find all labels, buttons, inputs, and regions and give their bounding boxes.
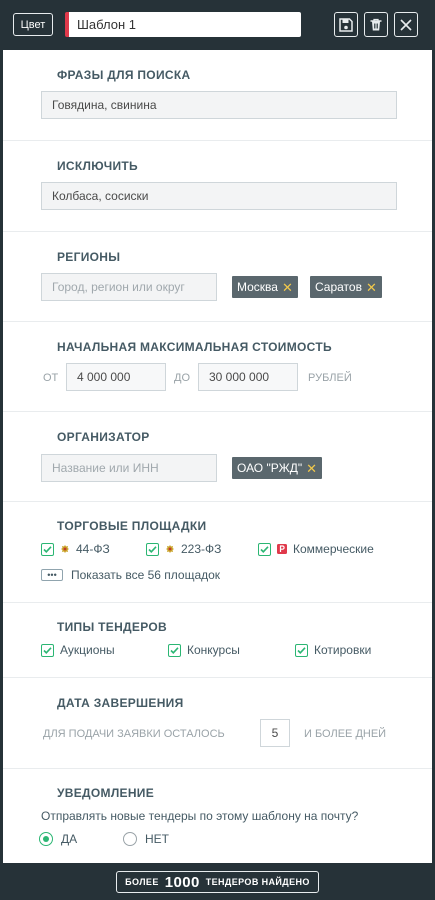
show-all-platforms-link[interactable]: ••• Показать все 56 площадок bbox=[41, 568, 220, 582]
organizer-tag-label: ОАО "РЖД" bbox=[237, 461, 303, 475]
exclude-title: Исключить bbox=[57, 159, 138, 173]
notify-no-radio[interactable]: Нет bbox=[123, 832, 169, 846]
platform-checkbox-44fz[interactable]: 44-ФЗ bbox=[41, 542, 110, 556]
checkbox-checked[interactable] bbox=[41, 542, 54, 556]
results-suffix: ТЕНДЕРОВ НАЙДЕНО bbox=[205, 877, 310, 887]
deadline-title: Дата завершения bbox=[57, 696, 184, 710]
notify-yes-radio[interactable]: Да bbox=[39, 832, 77, 846]
price-to-input[interactable]: 30 000 000 bbox=[198, 363, 298, 391]
price-from-label: от bbox=[43, 372, 59, 384]
region-tag[interactable]: Москва ✕ bbox=[232, 276, 298, 298]
remove-tag-icon[interactable]: ✕ bbox=[366, 281, 377, 294]
exclude-input[interactable]: Колбаса, сосиски bbox=[41, 182, 397, 210]
checkbox-checked[interactable] bbox=[41, 643, 54, 657]
remove-tag-icon[interactable]: ✕ bbox=[306, 462, 317, 475]
notify-question: Отправлять новые тендеры по этому шаблон… bbox=[41, 809, 359, 823]
results-count: 1000 bbox=[164, 873, 200, 891]
radio-label: Нет bbox=[145, 832, 169, 846]
platform-label: 223-ФЗ bbox=[181, 542, 222, 556]
search-phrases-input[interactable]: Говядина, свинина bbox=[41, 91, 397, 119]
deadline-suffix: и более дней bbox=[304, 728, 387, 740]
organizer-input[interactable]: Название или ИНН bbox=[41, 454, 217, 482]
checkmark-icon bbox=[170, 646, 179, 654]
notify-title: Уведомление bbox=[57, 786, 155, 800]
organizer-section: Организатор Название или ИНН ОАО "РЖД" ✕ bbox=[3, 411, 432, 501]
save-button[interactable] bbox=[334, 12, 358, 37]
show-all-label: Показать все 56 площадок bbox=[71, 568, 221, 582]
close-icon bbox=[400, 18, 412, 31]
organizer-tag[interactable]: ОАО "РЖД" ✕ bbox=[232, 457, 322, 479]
top-bar: Цвет Шаблон 1 bbox=[0, 0, 435, 50]
region-tag-label: Саратов bbox=[315, 280, 362, 294]
organizer-title: Организатор bbox=[57, 430, 150, 444]
checkmark-icon bbox=[297, 646, 306, 654]
regions-title: Регионы bbox=[57, 250, 121, 264]
delete-button[interactable] bbox=[364, 12, 388, 37]
coat-of-arms-icon bbox=[61, 545, 69, 553]
checkmark-icon bbox=[260, 545, 269, 553]
types-title: Типы тендеров bbox=[57, 620, 167, 634]
save-icon bbox=[339, 17, 353, 32]
deadline-days-input[interactable]: 5 bbox=[260, 719, 290, 747]
price-from-input[interactable]: 4 000 000 bbox=[66, 363, 166, 391]
price-title: Начальная максимальная стоимость bbox=[57, 340, 332, 354]
region-input[interactable]: Город, регион или округ bbox=[41, 273, 217, 301]
type-label: Котировки bbox=[314, 643, 372, 657]
color-button[interactable]: Цвет bbox=[13, 13, 53, 36]
type-checkbox-auction[interactable]: Аукционы bbox=[41, 643, 115, 657]
regions-section: Регионы Город, регион или округ Москва ✕ … bbox=[3, 231, 432, 321]
checkmark-icon bbox=[148, 545, 157, 553]
search-title: Фразы для поиска bbox=[57, 68, 191, 82]
platform-label: Коммерческие bbox=[293, 542, 374, 556]
type-label: Конкурсы bbox=[187, 643, 240, 657]
type-checkbox-contest[interactable]: Конкурсы bbox=[168, 643, 240, 657]
checkbox-checked[interactable] bbox=[146, 542, 159, 556]
price-unit-label: рублей bbox=[308, 372, 352, 384]
deadline-prefix: для подачи заявки осталось bbox=[43, 728, 225, 740]
checkbox-checked[interactable] bbox=[258, 542, 271, 556]
platforms-section: Торговые площадки 44-ФЗ 223-ФЗ Коммерчес… bbox=[3, 501, 432, 602]
radio-label: Да bbox=[61, 832, 78, 846]
checkmark-icon bbox=[43, 646, 52, 654]
remove-tag-icon[interactable]: ✕ bbox=[282, 281, 293, 294]
exclude-section: Исключить Колбаса, сосиски bbox=[3, 140, 432, 231]
checkmark-icon bbox=[43, 545, 52, 553]
platform-checkbox-commercial[interactable]: Коммерческие bbox=[258, 542, 374, 556]
radio-selected[interactable] bbox=[39, 832, 53, 846]
price-section: Начальная максимальная стоимость от 4 00… bbox=[3, 321, 432, 411]
deadline-section: Дата завершения для подачи заявки остало… bbox=[3, 677, 432, 768]
commercial-badge-icon bbox=[277, 544, 287, 554]
checkbox-checked[interactable] bbox=[168, 643, 181, 657]
region-tag[interactable]: Саратов ✕ bbox=[310, 276, 382, 298]
platform-checkbox-223fz[interactable]: 223-ФЗ bbox=[146, 542, 221, 556]
coat-of-arms-icon bbox=[166, 545, 174, 553]
price-to-label: до bbox=[174, 372, 191, 384]
more-icon: ••• bbox=[41, 569, 63, 581]
platform-label: 44-ФЗ bbox=[76, 542, 110, 556]
filter-panel: Фразы для поиска Говядина, свинина Исклю… bbox=[3, 50, 432, 863]
close-button[interactable] bbox=[394, 12, 418, 37]
results-prefix: БОЛЕЕ bbox=[125, 877, 159, 887]
checkbox-checked[interactable] bbox=[295, 643, 308, 657]
results-count-button[interactable]: БОЛЕЕ 1000 ТЕНДЕРОВ НАЙДЕНО bbox=[116, 871, 319, 893]
radio-unselected[interactable] bbox=[123, 832, 137, 846]
footer-bar: БОЛЕЕ 1000 ТЕНДЕРОВ НАЙДЕНО bbox=[0, 863, 435, 900]
trash-icon bbox=[370, 18, 382, 30]
search-section: Фразы для поиска Говядина, свинина bbox=[3, 50, 432, 140]
type-label: Аукционы bbox=[60, 643, 115, 657]
platforms-title: Торговые площадки bbox=[57, 519, 207, 533]
notify-section: Уведомление Отправлять новые тендеры по … bbox=[3, 768, 432, 863]
region-tag-label: Москва bbox=[237, 280, 278, 294]
types-section: Типы тендеров Аукционы Конкурсы Котировк… bbox=[3, 602, 432, 677]
template-name-input[interactable]: Шаблон 1 bbox=[65, 12, 301, 37]
type-checkbox-quotation[interactable]: Котировки bbox=[295, 643, 371, 657]
